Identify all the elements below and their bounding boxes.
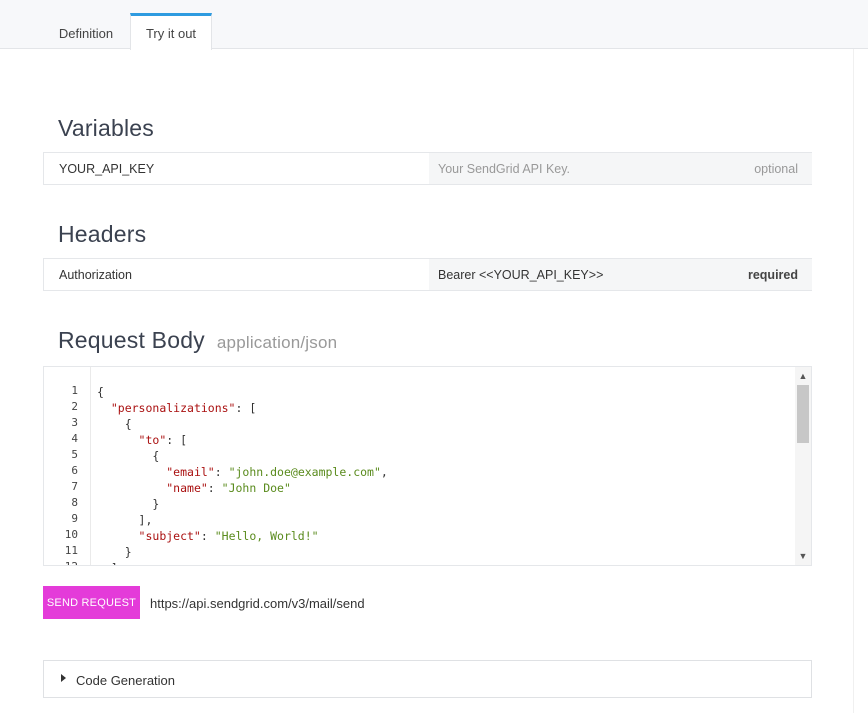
line-number: 6 bbox=[71, 464, 78, 477]
code-line: } bbox=[97, 545, 132, 559]
editor-scrollbar[interactable]: ▲ ▼ bbox=[795, 367, 811, 565]
headers-heading: Headers bbox=[58, 221, 147, 247]
code-line: { bbox=[97, 385, 104, 399]
line-number: 11 bbox=[64, 544, 78, 557]
header-row-authorization: Authorization Bearer <<YOUR_API_KEY>> re… bbox=[43, 258, 812, 291]
tab-bar: Definition Try it out bbox=[0, 0, 868, 50]
code-line: { bbox=[97, 449, 160, 463]
line-number: 2 bbox=[71, 400, 78, 413]
variable-row-api-key: YOUR_API_KEY Your SendGrid API Key. opti… bbox=[43, 152, 812, 185]
scroll-down-icon[interactable]: ▼ bbox=[795, 549, 811, 563]
tab-try-it-out[interactable]: Try it out bbox=[130, 13, 212, 50]
code-line: "personalizations": [ bbox=[110, 401, 257, 415]
optional-flag: optional bbox=[754, 162, 798, 176]
content-type-label: application/json bbox=[216, 333, 338, 352]
code-line: "subject": "Hello, World!" bbox=[138, 529, 319, 543]
code-line: } bbox=[97, 497, 160, 511]
code-line: ], bbox=[97, 513, 153, 527]
line-number: 9 bbox=[71, 512, 78, 525]
required-flag: required bbox=[747, 268, 798, 282]
scroll-thumb[interactable] bbox=[797, 385, 809, 443]
line-number: 5 bbox=[71, 448, 78, 461]
code-line: "name": "John Doe" bbox=[166, 481, 291, 495]
caret-right-icon bbox=[61, 674, 66, 682]
request-url: https://api.sendgrid.com/v3/mail/send bbox=[150, 596, 365, 611]
line-number: 7 bbox=[71, 480, 78, 493]
request-body-heading: Request Body application/json bbox=[58, 327, 337, 354]
line-number: 4 bbox=[71, 432, 78, 445]
variable-value-placeholder: Your SendGrid API Key. bbox=[438, 162, 571, 176]
page-scrollbar[interactable] bbox=[853, 49, 868, 713]
code-line: "email": "john.doe@example.com", bbox=[166, 465, 388, 479]
header-name: Authorization bbox=[59, 268, 132, 282]
send-request-button[interactable]: SEND REQUEST bbox=[43, 586, 140, 619]
code-line: { bbox=[97, 417, 132, 431]
variable-value-input[interactable]: Your SendGrid API Key. optional bbox=[429, 153, 812, 184]
line-number: 10 bbox=[64, 528, 78, 541]
line-number-gutter: 123456789101112 bbox=[44, 367, 91, 565]
line-number: 12 bbox=[65, 560, 78, 565]
request-body-editor[interactable]: 123456789101112 { "personalizations": [ … bbox=[43, 366, 812, 566]
request-body-title: Request Body bbox=[58, 327, 205, 353]
line-number: 1 bbox=[71, 384, 78, 397]
line-number: 3 bbox=[71, 416, 78, 429]
code-line: ], bbox=[97, 560, 125, 565]
code-generation-label: Code Generation bbox=[76, 673, 176, 688]
variable-name: YOUR_API_KEY bbox=[59, 162, 155, 176]
scroll-up-icon[interactable]: ▲ bbox=[795, 369, 811, 383]
code-line: "to": [ bbox=[138, 433, 188, 447]
tab-definition[interactable]: Definition bbox=[43, 13, 129, 49]
variables-heading: Variables bbox=[58, 115, 154, 141]
header-value-input[interactable]: Bearer <<YOUR_API_KEY>> required bbox=[429, 259, 812, 290]
line-number: 8 bbox=[71, 496, 78, 509]
header-value: Bearer <<YOUR_API_KEY>> bbox=[438, 268, 604, 282]
code-generation-toggle[interactable]: Code Generation bbox=[43, 660, 812, 698]
